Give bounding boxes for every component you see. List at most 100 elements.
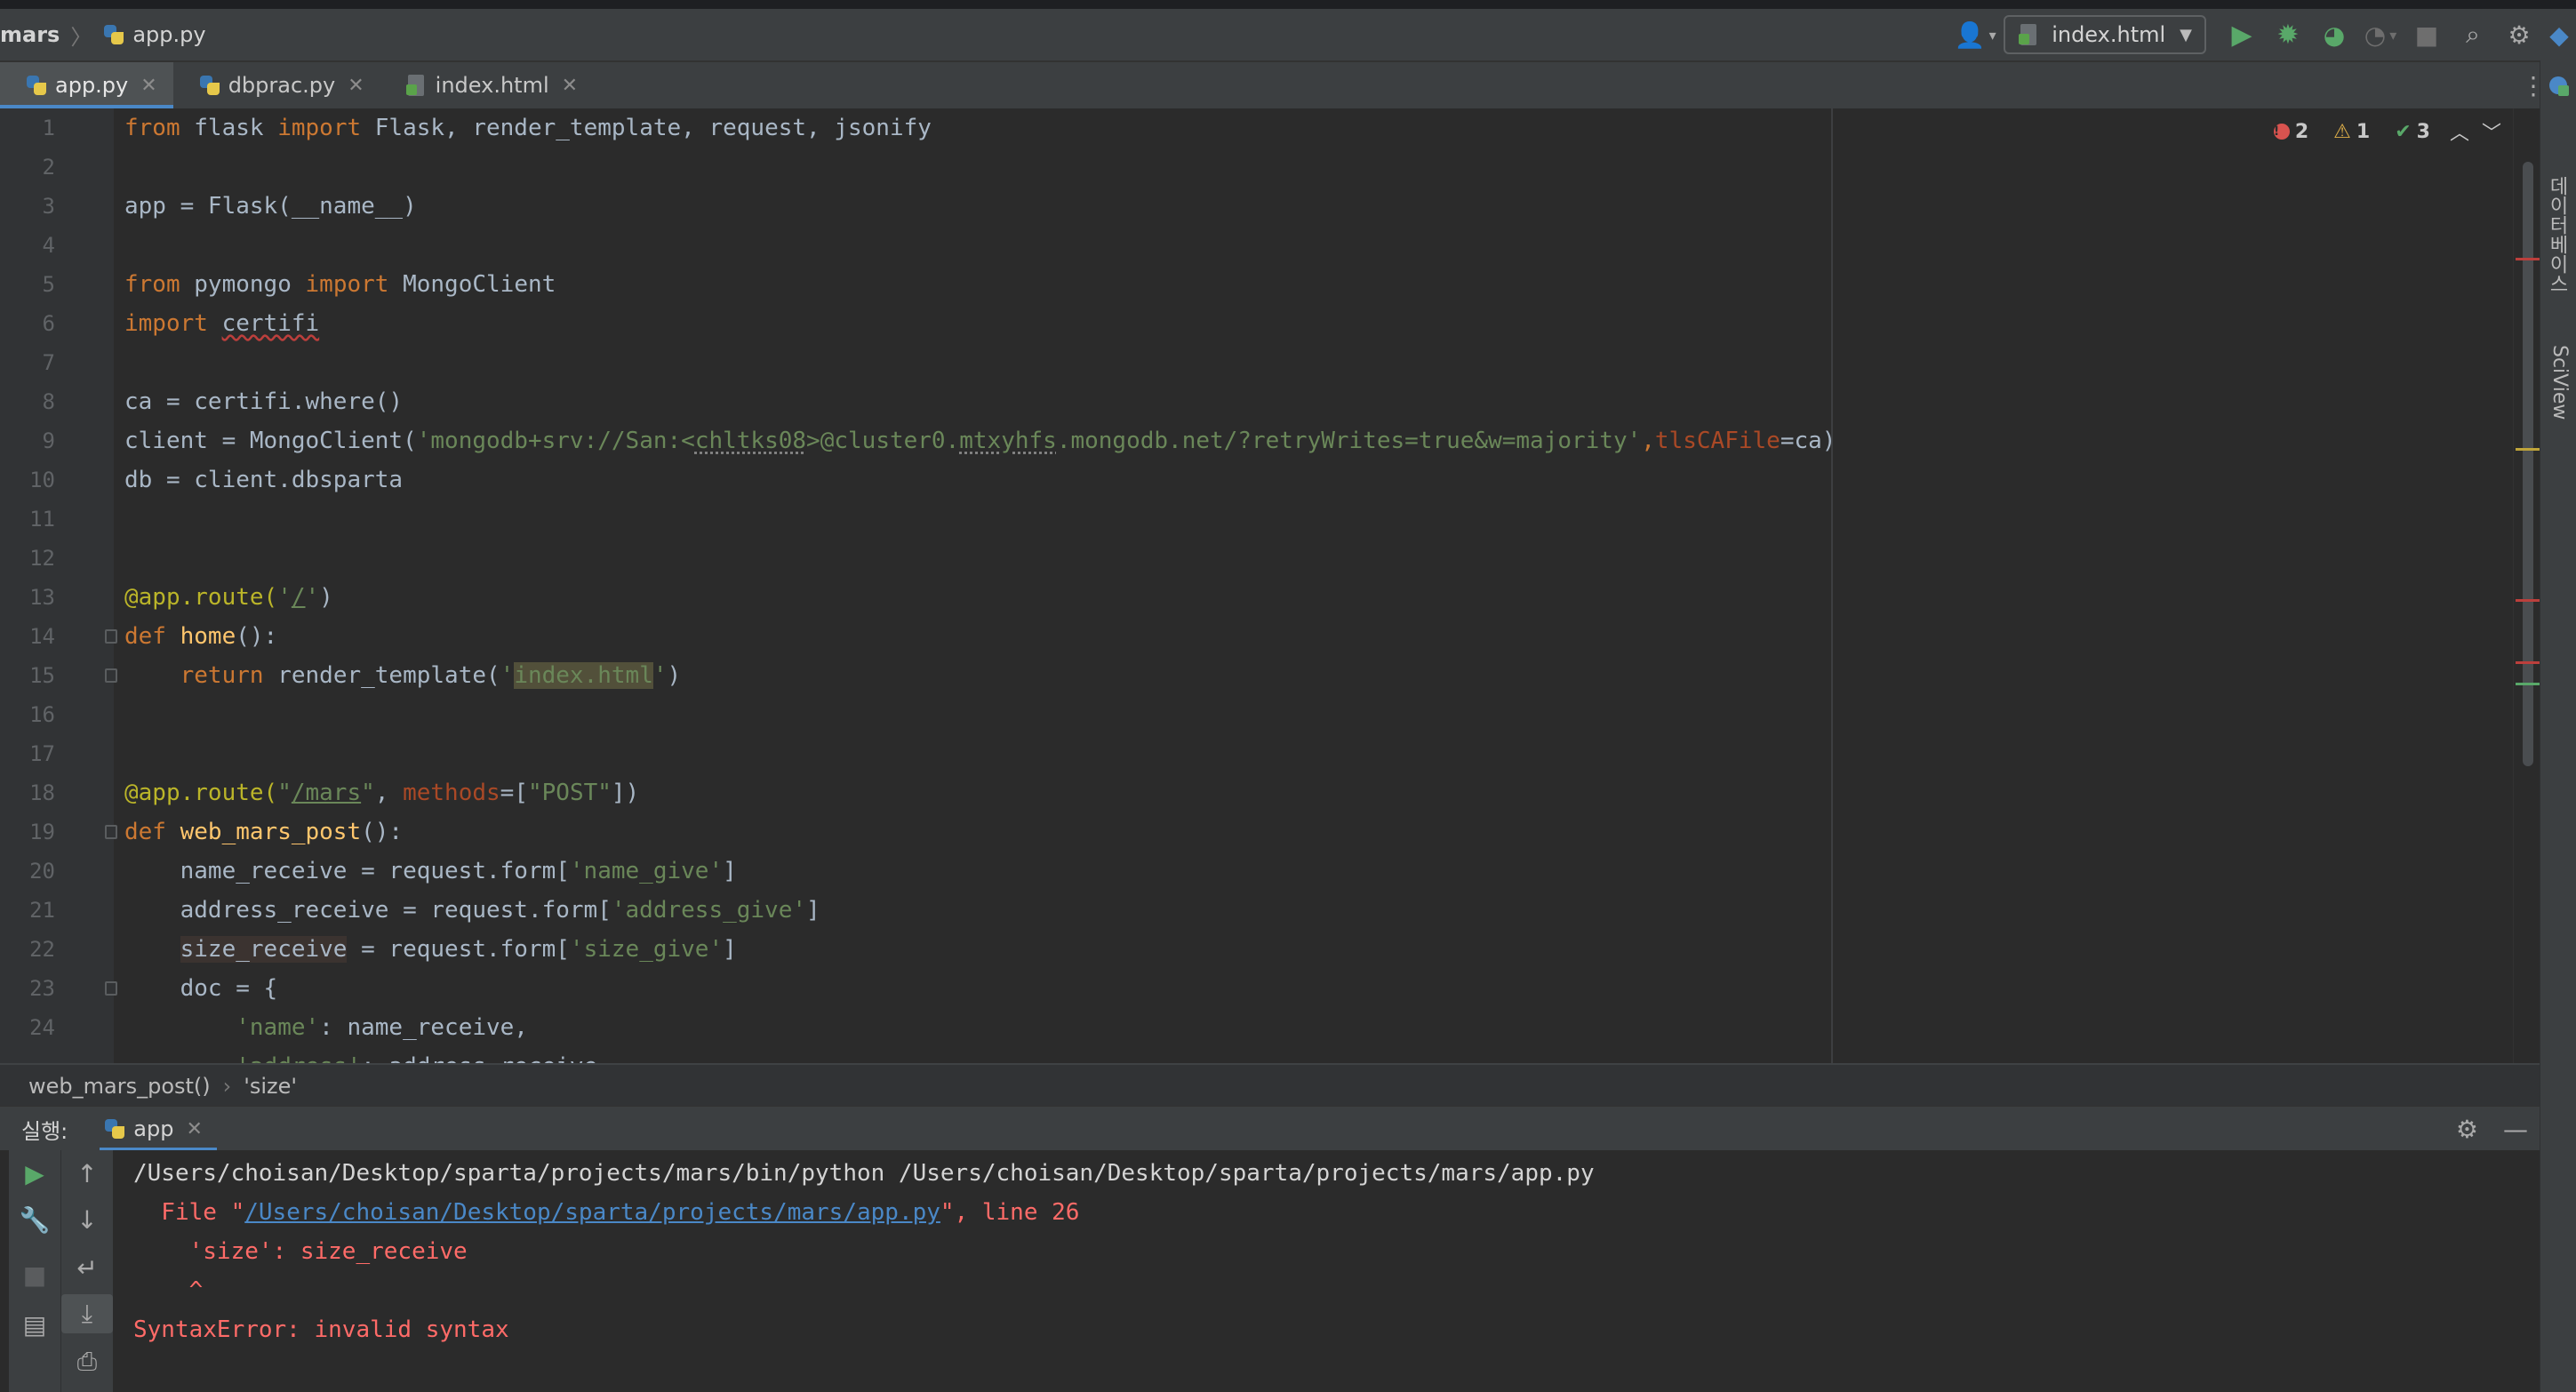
html-file-icon [2018, 23, 2041, 46]
line-number: 9 [42, 428, 55, 453]
code-line-22: size_receive = request.form['size_give'] [180, 936, 737, 963]
error-count[interactable]: ! 2 [2261, 121, 2308, 143]
code-editor[interactable]: 1 2 3 4 5 6 7 8 9 10 11 12 13 14 15 16 1… [0, 108, 2540, 1063]
run-config-selector[interactable]: index.html ▼ [2004, 15, 2206, 54]
fold-marker-icon[interactable] [105, 825, 117, 839]
error-stripe-mark[interactable] [2516, 599, 2540, 602]
database-tool-button[interactable]: 데이터베이스 [2542, 176, 2571, 293]
rerun-icon[interactable]: ▶ [9, 1154, 60, 1193]
editor-scrollbar[interactable] [2513, 108, 2540, 1063]
warning-count[interactable]: ⚠ 1 [2321, 121, 2370, 143]
tab-app-py[interactable]: app.py ✕ [0, 62, 173, 108]
ok-count[interactable]: ✔ 3 [2382, 121, 2430, 143]
close-icon[interactable]: ✕ [140, 75, 156, 97]
nav-file-crumb[interactable]: app.py [102, 22, 206, 47]
window-top-strip [0, 0, 2576, 9]
line-number: 10 [29, 468, 55, 492]
close-icon[interactable]: ✕ [562, 75, 578, 97]
python-file-icon [198, 74, 221, 97]
fold-marker-icon[interactable] [105, 629, 117, 644]
stop-icon[interactable]: ■ [2407, 15, 2446, 54]
code-line-23: doc = { [124, 975, 278, 1002]
settings-gear-icon[interactable]: ⚙ [2456, 1115, 2478, 1144]
code-line-3: app = Flask(__name__) [124, 193, 417, 220]
inspection-widget[interactable]: ! 2 ⚠ 1 ✔ 3 ︿ ﹀ [2249, 117, 2501, 146]
python-file-icon [25, 74, 48, 97]
console-line: /Users/choisan/Desktop/sparta/projects/m… [133, 1160, 1595, 1187]
traceback-file-link[interactable]: /Users/choisan/Desktop/sparta/projects/m… [244, 1199, 940, 1226]
navigation-bar: mars 〉 app.py 👤 ▾ index.html ▼ ▶ ✹ ◕ ◔ ▾ ■… [0, 9, 2576, 62]
close-icon[interactable]: ✕ [186, 1118, 202, 1140]
code-line-18: @app.route("/mars", methods=["POST"]) [124, 780, 640, 806]
error-icon: ! [2273, 124, 2290, 140]
line-number: 24 [29, 1015, 55, 1040]
plugin-logo-icon[interactable]: ◆ [2546, 15, 2572, 54]
run-tool-window: ▶ 🔧 ■ ▤ ↑ ↓ ↵ ⤓ ⎙ /Users/choisan/Desktop… [0, 1150, 2540, 1392]
print-icon[interactable]: ⎙ [61, 1342, 113, 1381]
tab-label: dbprac.py [228, 73, 336, 98]
scrollbar-thumb[interactable] [2523, 162, 2533, 766]
line-number: 19 [29, 820, 55, 844]
run-tab-label: app [133, 1116, 174, 1141]
run-toolbar-left: ▶ 🔧 ■ ▤ [9, 1150, 60, 1392]
settings-gear-icon[interactable]: ⚙ [2500, 15, 2539, 54]
check-icon: ✔ [2395, 120, 2412, 143]
line-number-gutter: 1 2 3 4 5 6 7 8 9 10 11 12 13 14 15 16 1… [0, 108, 117, 1063]
code-text-area[interactable]: from flask import Flask, render_template… [124, 108, 2540, 1063]
code-line-19: def web_mars_post(): [124, 819, 404, 845]
profile-icon[interactable]: ◔ ▾ [2361, 15, 2400, 54]
breadcrumb-function[interactable]: web_mars_post() [28, 1074, 211, 1099]
run-tab-app[interactable]: app ✕ [100, 1107, 217, 1151]
run-icon[interactable]: ▶ [2222, 15, 2261, 54]
breadcrumb-item[interactable]: 'size' [244, 1074, 297, 1099]
close-icon[interactable]: ✕ [348, 75, 364, 97]
arrow-up-icon[interactable]: ↑ [61, 1154, 113, 1193]
code-breadcrumb: web_mars_post() › 'size' [0, 1063, 2540, 1108]
line-number: 1 [42, 116, 55, 140]
python-file-icon [102, 23, 125, 46]
search-icon[interactable]: ⌕ [2453, 15, 2492, 54]
run-with-coverage-icon[interactable]: ◕ [2315, 15, 2354, 54]
ok-stripe-mark[interactable] [2516, 683, 2540, 685]
error-stripe-mark[interactable] [2516, 661, 2540, 664]
line-number: 7 [42, 350, 55, 375]
sciview-tool-button[interactable]: SciView [2548, 345, 2571, 420]
fold-marker-icon[interactable] [105, 668, 117, 683]
nav-project-crumb[interactable]: mars [0, 22, 60, 47]
line-number: 17 [29, 741, 55, 766]
line-number: 3 [42, 194, 55, 219]
line-number: 22 [29, 937, 55, 962]
layout-icon[interactable]: ▤ [9, 1305, 60, 1344]
arrow-down-icon[interactable]: ↓ [61, 1200, 113, 1239]
code-line-1: from flask import Flask, render_template… [124, 115, 932, 141]
wrench-icon[interactable]: 🔧 [9, 1200, 60, 1239]
tab-dbprac-py[interactable]: dbprac.py ✕ [173, 62, 380, 108]
debug-bug-icon[interactable]: ✹ [2268, 15, 2308, 54]
code-line-9: client = MongoClient('mongodb+srv://San:… [124, 428, 1836, 454]
code-line-5: from pymongo import MongoClient [124, 271, 556, 298]
stop-icon[interactable]: ■ [9, 1255, 60, 1294]
code-line-13: @app.route('/') [124, 584, 333, 611]
notifications-icon[interactable] [2546, 75, 2571, 98]
code-line-8: ca = certifi.where() [124, 388, 404, 415]
line-number: 8 [42, 389, 55, 414]
html-file-icon [405, 74, 428, 97]
editor-tab-bar: app.py ✕ dbprac.py ✕ index.html ✕ ⋮ [0, 62, 2576, 109]
error-stripe-mark[interactable] [2516, 258, 2540, 260]
account-icon[interactable]: 👤 ▾ [1955, 15, 1996, 54]
previous-highlight-icon[interactable]: ︿ [2450, 117, 2469, 146]
scroll-to-end-icon[interactable]: ⤓ [61, 1294, 113, 1333]
warning-stripe-mark[interactable] [2516, 448, 2540, 451]
console-line: ^ [133, 1277, 204, 1304]
fold-marker-icon[interactable] [105, 981, 117, 996]
line-number: 12 [29, 546, 55, 571]
line-number: 14 [29, 624, 55, 649]
nav-file-label: app.py [132, 22, 206, 47]
tab-index-html[interactable]: index.html ✕ [380, 62, 594, 108]
code-line-15: return render_template('index.html') [124, 662, 682, 689]
code-line-20: name_receive = request.form['name_give'] [124, 858, 737, 884]
minimize-icon[interactable]: — [2503, 1115, 2528, 1144]
soft-wrap-icon[interactable]: ↵ [61, 1248, 113, 1287]
next-highlight-icon[interactable]: ﹀ [2482, 117, 2501, 146]
line-number: 11 [29, 507, 55, 532]
